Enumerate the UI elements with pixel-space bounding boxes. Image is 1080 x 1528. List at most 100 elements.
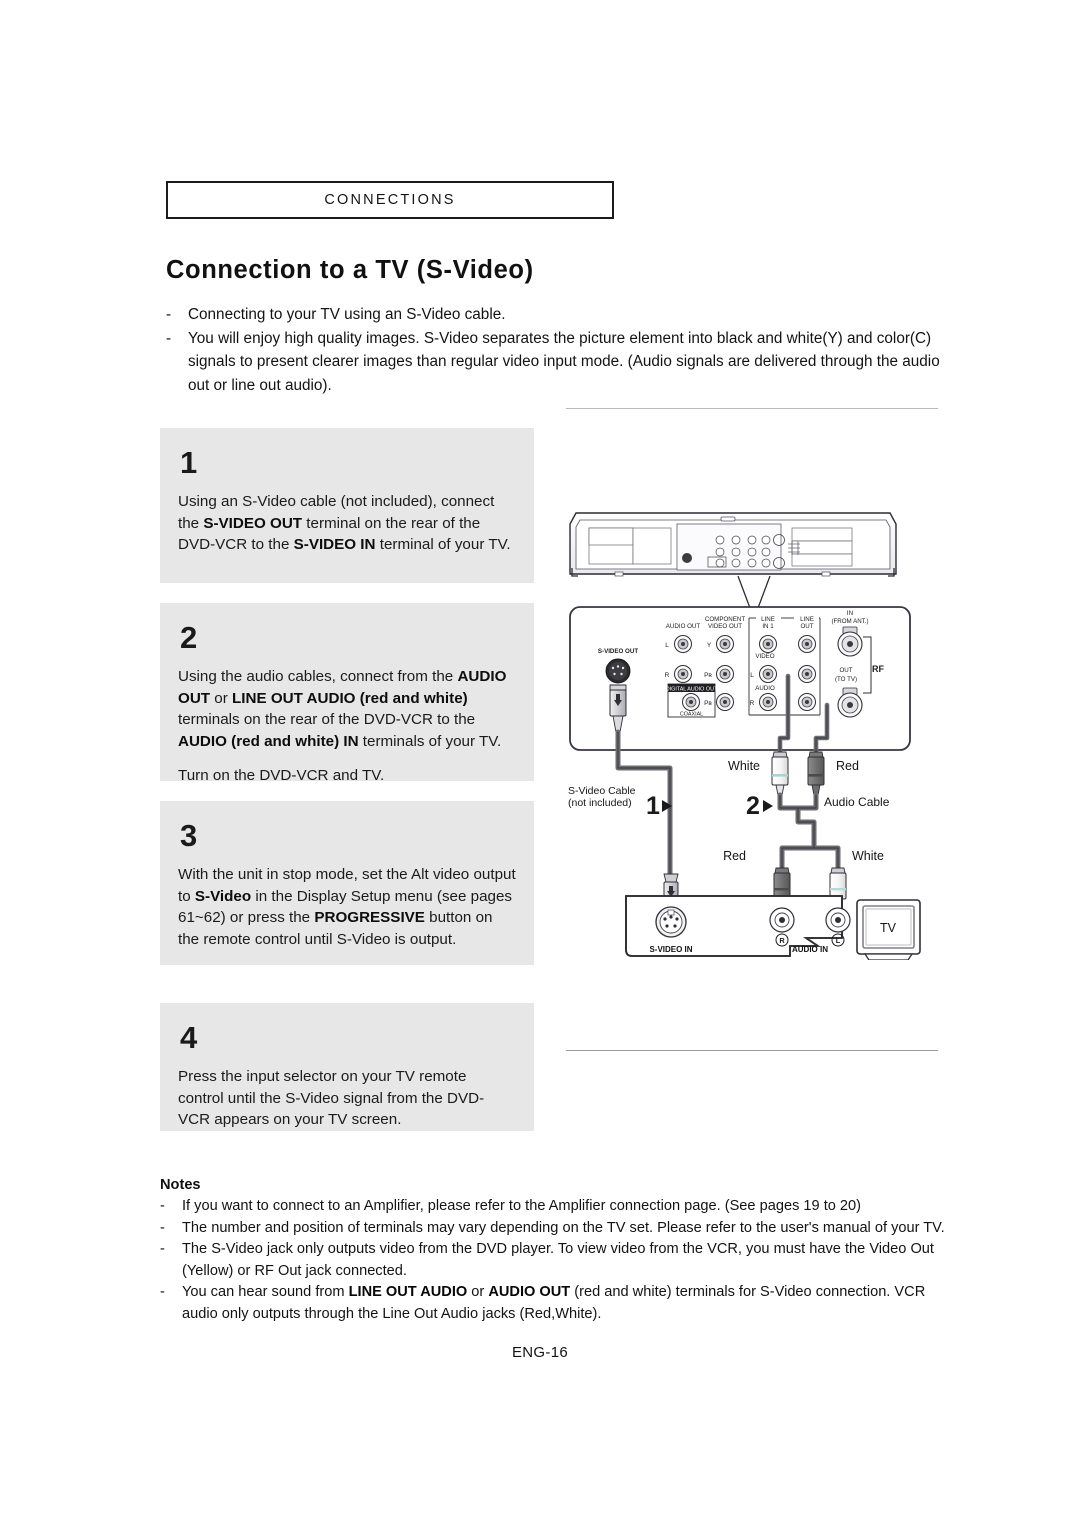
label-line-2: LINE [800, 616, 814, 623]
label-coaxial: COAXIAL [680, 712, 703, 718]
note-dash: - [160, 1284, 165, 1300]
note4-term-line-out-audio: LINE OUT AUDIO [348, 1284, 468, 1300]
label-in-1: IN 1 [762, 623, 774, 630]
intro-bullet: - You will enjoy high quality images. S-… [166, 327, 956, 398]
label-line: LINE [761, 616, 775, 623]
connection-diagram: S-VIDEO OUT AUDIO OUT L R COMPONENT VIDE… [560, 500, 950, 960]
plug-white-bottom [829, 867, 847, 900]
step1-term-svideo-in: S-VIDEO IN [293, 536, 376, 553]
label-out: OUT [800, 623, 813, 630]
bullet-dash: - [166, 329, 172, 347]
divider-top [566, 408, 938, 409]
label-component-pr: Pʀ [704, 672, 712, 679]
step2-paragraph-2: Turn on the DVD-VCR and TV. [178, 767, 385, 784]
page-title: Connection to a TV (S-Video) [166, 256, 534, 284]
step-box-1: 1 Using an S-Video cable (not included),… [160, 428, 534, 583]
step3-term-progressive: PROGRESSIVE [314, 909, 425, 926]
label-white-bottom: White [852, 849, 884, 863]
marker-2: 2 [746, 792, 760, 820]
intro-bullet-text: Connecting to your TV using an S-Video c… [188, 306, 506, 323]
marker-2-arrow [763, 800, 773, 812]
label-from-ant: (FROM ANT.) [831, 618, 868, 625]
note-item: - The S-Video jack only outputs video fr… [160, 1239, 960, 1282]
label-jack-l: L [750, 672, 754, 679]
label-to-tv: (TO TV) [835, 676, 857, 683]
label-audio-cable: Audio Cable [824, 795, 890, 809]
label-tv-jack-r: R [779, 936, 785, 945]
step-text: Using the audio cables, connect from the… [178, 666, 516, 787]
note4-c: or [467, 1284, 489, 1300]
notes-section: Notes - If you want to connect to an Amp… [160, 1177, 960, 1325]
label-svideo-cable-note: (not included) [568, 797, 632, 809]
label-jack-r: R [750, 700, 755, 707]
step3-term-svideo: S-Video [194, 887, 252, 905]
step2-text-a: Using the audio cables, connect from the [178, 668, 458, 685]
intro-bullet: - Connecting to your TV using an S-Video… [166, 303, 956, 327]
note-dash: - [160, 1198, 165, 1214]
step1-text-e: terminal of your TV. [375, 536, 511, 553]
step2-text-c: or [210, 689, 233, 707]
step1-term-svideo-out: S-VIDEO OUT [203, 514, 303, 532]
label-component: COMPONENT [705, 616, 745, 623]
note-dash: - [160, 1219, 165, 1236]
bullet-dash: - [166, 306, 172, 323]
step-box-3: 3 With the unit in stop mode, set the Al… [160, 801, 534, 965]
tv-set: TV [856, 899, 921, 960]
label-audio-out: AUDIO OUT [666, 623, 701, 630]
divider-bottom [566, 1050, 938, 1051]
page-number: ENG-16 [512, 1344, 568, 1361]
label-audio-out-l: L [665, 642, 669, 649]
note-item: - The number and position of terminals m… [160, 1218, 960, 1240]
step-box-4: 4 Press the input selector on your TV re… [160, 1003, 534, 1131]
label-digital-audio-out: DIGITAL AUDIO OUT [666, 686, 718, 692]
label-component-pb: Pʙ [704, 700, 712, 707]
label-audio: AUDIO [755, 685, 775, 692]
label-audio-out-r: R [665, 672, 670, 679]
label-component-video-out: VIDEO OUT [708, 623, 742, 630]
label-svideo-cable: S-Video Cable [568, 785, 636, 797]
chapter-label: CONNECTIONS [324, 192, 456, 208]
label-tv: TV [880, 921, 897, 935]
step2-text-e: terminals on the rear of the DVD-VCR to … [178, 711, 476, 728]
step2-term-line-out-audio: LINE OUT AUDIO (red and white) [232, 689, 468, 707]
note-item: - You can hear sound from LINE OUT AUDIO… [160, 1282, 960, 1325]
step-number: 3 [180, 818, 198, 853]
plug-white-top [771, 751, 789, 796]
label-svideo-out: S-VIDEO OUT [598, 648, 638, 655]
label-ant-out: OUT [839, 667, 852, 674]
plug-red-bottom [773, 867, 791, 900]
step2-text-g: terminals of your TV. [358, 732, 502, 750]
step-text: Press the input selector on your TV remo… [178, 1066, 516, 1131]
label-white-top: White [728, 759, 760, 773]
note-text: The number and position of terminals may… [182, 1219, 945, 1236]
device-rear-overview [569, 512, 897, 609]
intro-list: - Connecting to your TV using an S-Video… [166, 303, 956, 397]
page-footer: ENG-16 [0, 1344, 1080, 1361]
step2-term-audio-in: AUDIO (red and white) IN [178, 732, 359, 750]
note-item: - If you want to connect to an Amplifier… [160, 1196, 960, 1218]
marker-1: 1 [646, 792, 660, 820]
step-number: 4 [180, 1020, 198, 1055]
label-red-bottom: Red [723, 849, 746, 863]
note-text: If you want to connect to an Amplifier, … [182, 1198, 862, 1214]
note-text: You can hear sound from LINE OUT AUDIO o… [182, 1282, 960, 1325]
chapter-band: CONNECTIONS [166, 181, 614, 219]
label-component-y: Y [707, 642, 712, 649]
notes-title: Notes [160, 1177, 201, 1193]
note-text: The S-Video jack only outputs video from… [182, 1241, 934, 1279]
tv-input-panel: R L S-VIDEO IN AUDIO IN [625, 895, 851, 957]
label-tv-svideo-in: S-VIDEO IN [649, 945, 692, 954]
step4-paragraph-1: Press the input selector on your TV remo… [178, 1068, 485, 1128]
note4-a: You can hear sound from [182, 1284, 349, 1300]
label-tv-jack-l: L [836, 936, 841, 945]
step-text: With the unit in stop mode, set the Alt … [178, 864, 516, 950]
plug-red-top [807, 751, 825, 796]
note4-term-audio-out: AUDIO OUT [488, 1284, 571, 1300]
step-number: 2 [180, 620, 198, 655]
label-red-top: Red [836, 759, 859, 773]
note-dash: - [160, 1241, 165, 1257]
label-rf: RF [872, 664, 884, 674]
label-ant-in: IN [847, 610, 853, 617]
intro-bullet-text: You will enjoy high quality images. S-Vi… [188, 329, 940, 394]
label-video: VIDEO [755, 653, 774, 660]
